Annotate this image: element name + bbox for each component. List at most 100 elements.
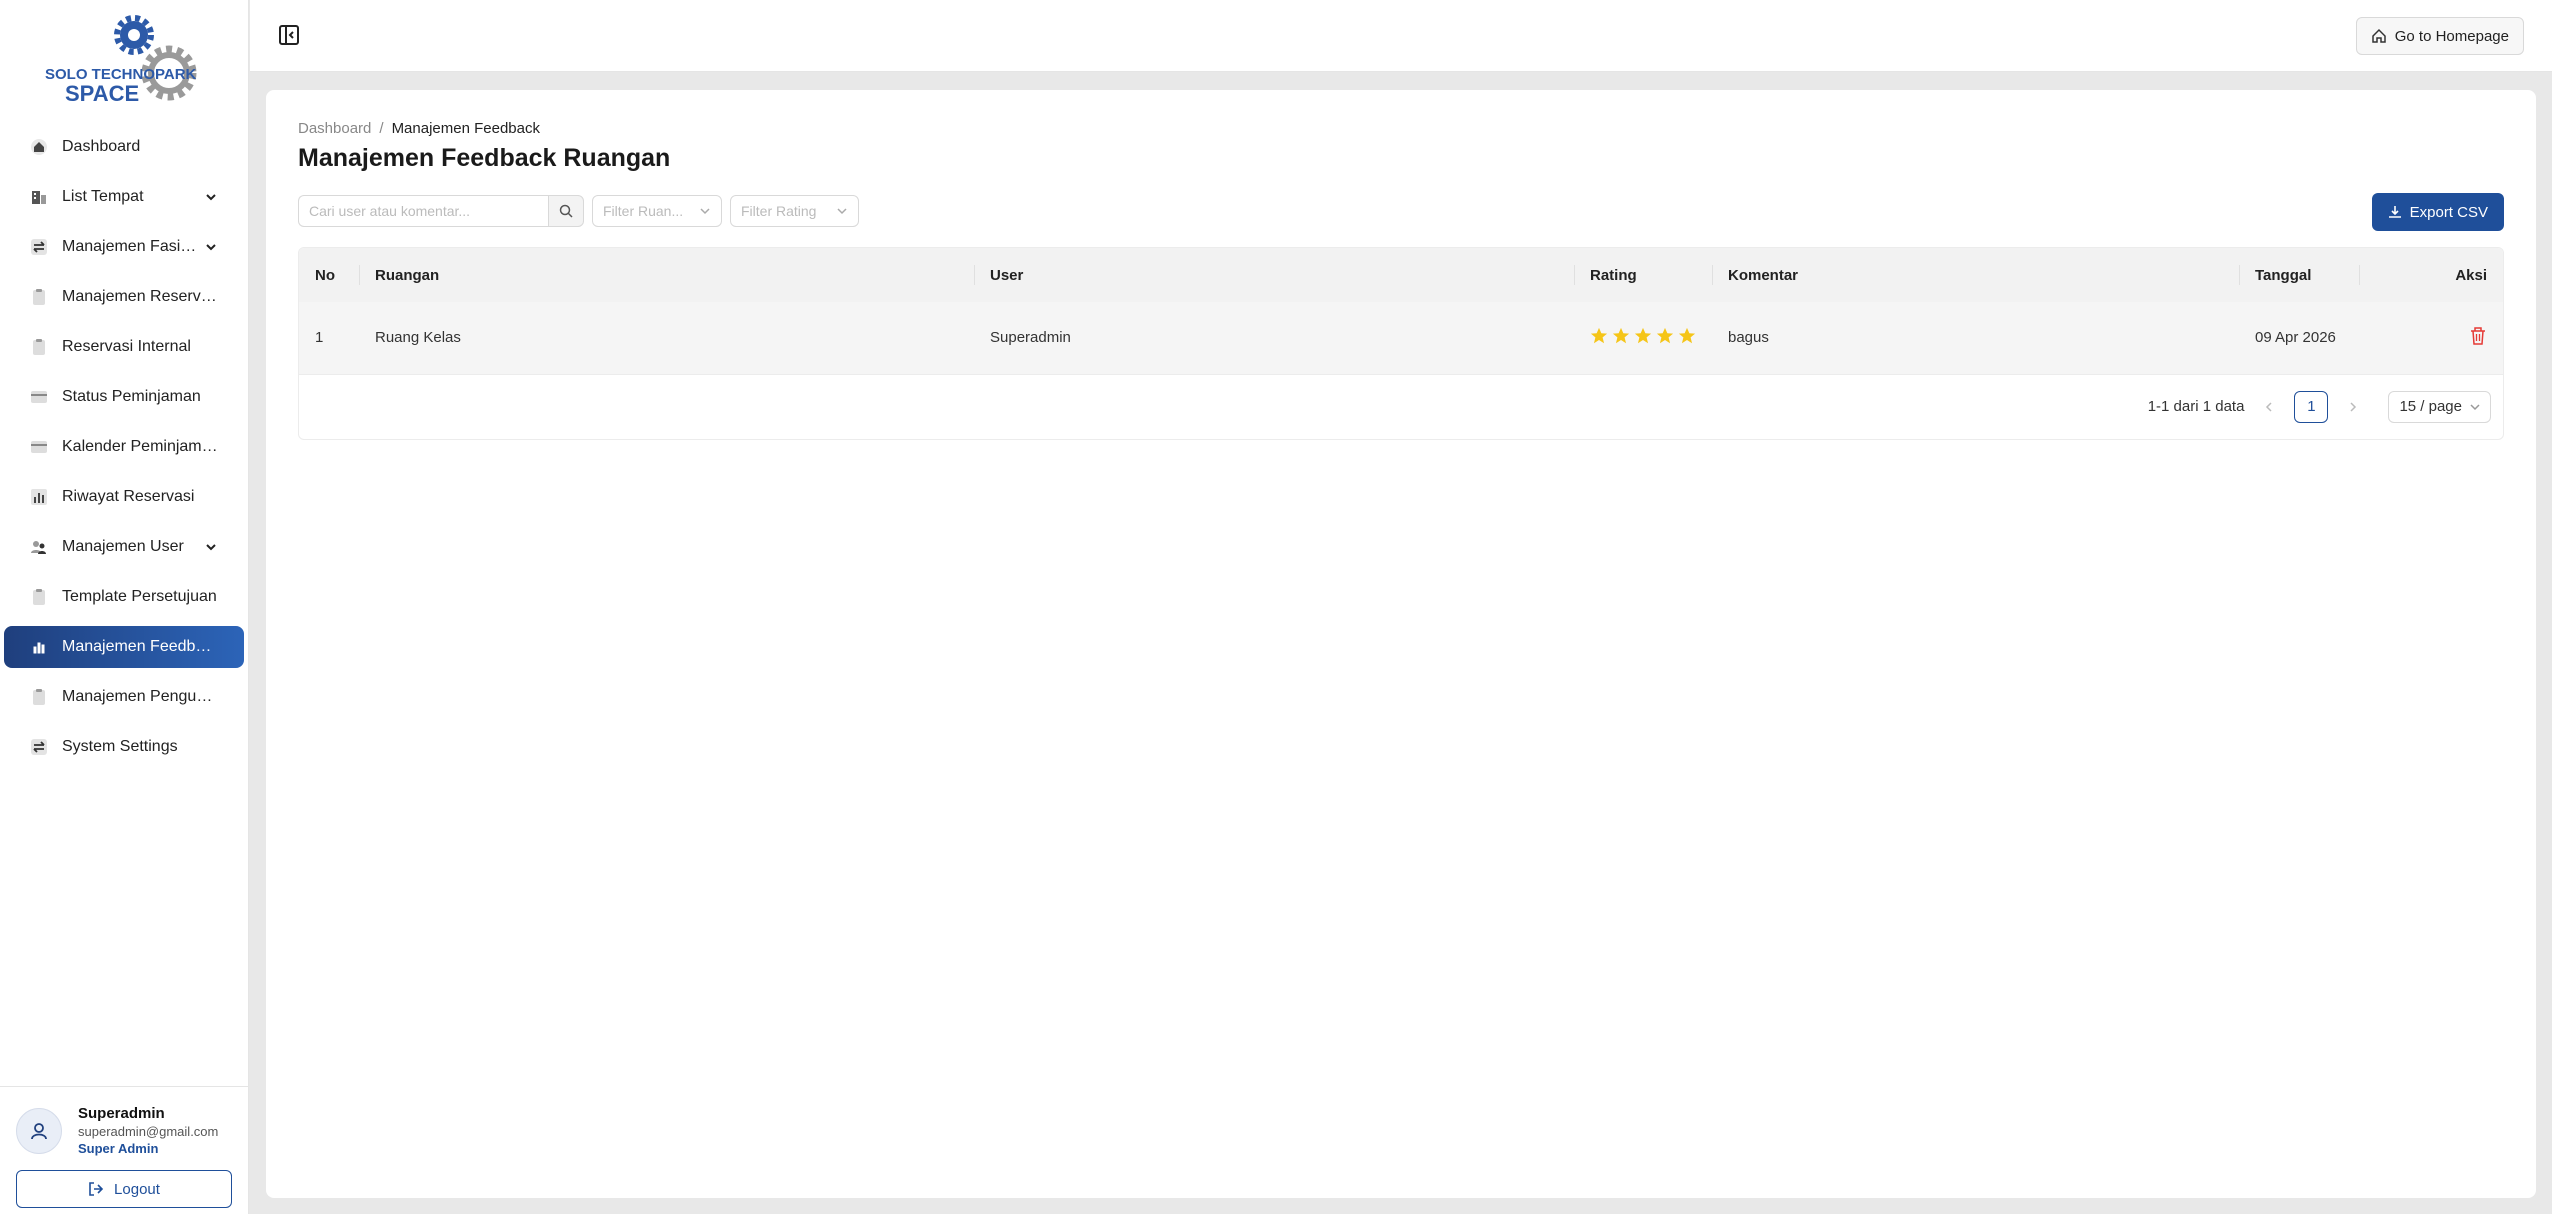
go-to-homepage-button[interactable]: Go to Homepage bbox=[2355, 17, 2524, 55]
room-filter-select[interactable]: Filter Ruan... bbox=[592, 195, 722, 227]
breadcrumb: Dashboard / Manajemen Feedback bbox=[298, 118, 2504, 138]
sidebar-item-manajemen-reservasi[interactable]: Manajemen Reservasi bbox=[4, 276, 244, 318]
bar-chart-icon bbox=[30, 488, 48, 506]
sidebar-item-manajemen-pengumuman[interactable]: Manajemen Pengumu... bbox=[4, 676, 244, 718]
cell-ruangan: Ruang Kelas bbox=[359, 302, 974, 375]
chevron-down-icon[interactable] bbox=[204, 540, 218, 554]
feedback-table-container: No Ruangan User Rating Komentar Tanggal … bbox=[298, 247, 2504, 440]
cell-aksi bbox=[2359, 302, 2503, 375]
user-name: Superadmin bbox=[78, 1105, 165, 1122]
logout-button[interactable]: Logout bbox=[16, 1170, 232, 1208]
table-header-row: No Ruangan User Rating Komentar Tanggal … bbox=[299, 248, 2503, 302]
filter-toolbar: Filter Ruan... Filter Rating Export CSV bbox=[298, 191, 2504, 231]
cell-komentar: bagus bbox=[1712, 302, 2239, 375]
search-button[interactable] bbox=[548, 195, 584, 227]
sidebar-item-label: Manajemen Reservasi bbox=[62, 288, 218, 305]
logo-graphic: SOLO TECHNOPARK SPACE bbox=[45, 15, 197, 106]
search-input[interactable] bbox=[298, 195, 548, 227]
clipboard-icon bbox=[30, 588, 48, 606]
clipboard-icon bbox=[30, 688, 48, 706]
building-icon bbox=[30, 188, 48, 206]
cell-no: 1 bbox=[299, 302, 359, 375]
logout-icon bbox=[89, 1182, 104, 1196]
page-size-value: 15 / page bbox=[2399, 398, 2462, 415]
table-row: 1 Ruang Kelas Superadmin bagus 09 Apr 20… bbox=[299, 302, 2503, 375]
search-icon bbox=[559, 204, 573, 218]
go-to-homepage-label: Go to Homepage bbox=[2394, 27, 2509, 45]
chevron-down-icon bbox=[2470, 403, 2480, 410]
page-size-select[interactable]: 15 / page bbox=[2388, 390, 2491, 423]
sidebar-item-label: Reservasi Internal bbox=[62, 338, 191, 355]
clipboard-icon bbox=[30, 288, 48, 306]
home-icon bbox=[2372, 28, 2386, 43]
user-panel: Superadmin superadmin@gmail.com Super Ad… bbox=[0, 1086, 249, 1214]
card-icon bbox=[30, 388, 48, 406]
user-role: Super Admin bbox=[78, 1141, 159, 1156]
pagination: 1-1 dari 1 data 1 15 / page bbox=[299, 375, 2503, 439]
sidebar-item-label: Manajemen Fasilitas bbox=[62, 238, 198, 255]
sidebar-item-list-tempat[interactable]: List Tempat bbox=[4, 176, 244, 218]
sidebar-item-label: List Tempat bbox=[62, 188, 144, 205]
content-card: Dashboard / Manajemen Feedback Manajemen… bbox=[266, 90, 2536, 1198]
logo[interactable]: SOLO TECHNOPARK SPACE bbox=[0, 0, 248, 126]
sidebar-item-manajemen-user[interactable]: Manajemen User bbox=[4, 526, 244, 568]
next-page-button[interactable] bbox=[2338, 392, 2368, 422]
column-header-komentar: Komentar bbox=[1712, 248, 2239, 302]
home-icon bbox=[30, 138, 48, 156]
export-csv-button[interactable]: Export CSV bbox=[2371, 193, 2504, 231]
sidebar-item-label: Template Persetujuan bbox=[62, 588, 217, 605]
sidebar-collapse-button[interactable] bbox=[278, 24, 300, 46]
sidebar: SOLO TECHNOPARK SPACE Dashboard List Tem… bbox=[0, 0, 249, 1214]
chevron-down-icon bbox=[700, 208, 710, 215]
column-header-tanggal: Tanggal bbox=[2239, 248, 2359, 302]
delete-icon[interactable] bbox=[2469, 326, 2487, 346]
sidebar-item-kalender-peminjaman[interactable]: Kalender Peminjaman bbox=[4, 426, 244, 468]
topbar: Go to Homepage bbox=[250, 0, 2552, 72]
sidebar-collapse-icon bbox=[279, 25, 299, 45]
chevron-down-icon[interactable] bbox=[204, 240, 218, 254]
cell-user: Superadmin bbox=[974, 302, 1574, 375]
rating-filter-select[interactable]: Filter Rating bbox=[730, 195, 859, 227]
star-icon bbox=[1590, 327, 1608, 343]
card-icon bbox=[30, 438, 48, 456]
breadcrumb-separator: / bbox=[379, 119, 384, 137]
logout-label: Logout bbox=[114, 1180, 160, 1198]
sidebar-item-system-settings[interactable]: System Settings bbox=[4, 726, 244, 768]
sidebar-item-template-persetujuan[interactable]: Template Persetujuan bbox=[4, 576, 244, 618]
sidebar-item-riwayat-reservasi[interactable]: Riwayat Reservasi bbox=[4, 476, 244, 518]
column-header-rating: Rating bbox=[1574, 248, 1712, 302]
pagination-summary: 1-1 dari 1 data bbox=[2147, 398, 2245, 415]
cell-tanggal: 09 Apr 2026 bbox=[2239, 302, 2359, 375]
sidebar-item-label: System Settings bbox=[62, 738, 178, 755]
star-icon bbox=[1656, 327, 1674, 343]
sidebar-item-label: Status Peminjaman bbox=[62, 388, 201, 405]
avatar[interactable] bbox=[16, 1107, 62, 1154]
sidebar-item-label: Kalender Peminjaman bbox=[62, 438, 218, 455]
breadcrumb-root[interactable]: Dashboard bbox=[298, 120, 371, 137]
swap-icon bbox=[30, 238, 48, 256]
column-header-user: User bbox=[974, 248, 1574, 302]
column-header-ruangan: Ruangan bbox=[359, 248, 974, 302]
prev-page-button[interactable] bbox=[2254, 392, 2284, 422]
chevron-down-icon[interactable] bbox=[204, 190, 218, 204]
rating-filter-placeholder: Filter Rating bbox=[741, 203, 817, 219]
chevron-down-icon bbox=[837, 208, 847, 215]
sidebar-item-label: Dashboard bbox=[62, 138, 141, 155]
page-number-button[interactable]: 1 bbox=[2294, 390, 2329, 423]
star-icon bbox=[1612, 327, 1630, 343]
user-email: superadmin@gmail.com bbox=[78, 1124, 219, 1139]
sidebar-item-label: Riwayat Reservasi bbox=[62, 488, 195, 505]
sidebar-item-manajemen-feedback[interactable]: Manajemen Feedback bbox=[4, 626, 244, 668]
page-title: Manajemen Feedback Ruangan bbox=[298, 144, 671, 172]
user-info: Superadmin superadmin@gmail.com Super Ad… bbox=[16, 1105, 233, 1156]
star-icon bbox=[1634, 327, 1652, 343]
chevron-right-icon bbox=[2350, 401, 2357, 412]
rating-stars bbox=[1590, 327, 1696, 345]
column-header-no: No bbox=[299, 248, 359, 302]
sidebar-item-manajemen-fasilitas[interactable]: Manajemen Fasilitas bbox=[4, 226, 244, 268]
cell-rating bbox=[1574, 302, 1712, 375]
sidebar-item-dashboard[interactable]: Dashboard bbox=[4, 126, 244, 168]
sidebar-item-status-peminjaman[interactable]: Status Peminjaman bbox=[4, 376, 244, 418]
sidebar-item-reservasi-internal[interactable]: Reservasi Internal bbox=[4, 326, 244, 368]
export-csv-label: Export CSV bbox=[2409, 203, 2488, 221]
